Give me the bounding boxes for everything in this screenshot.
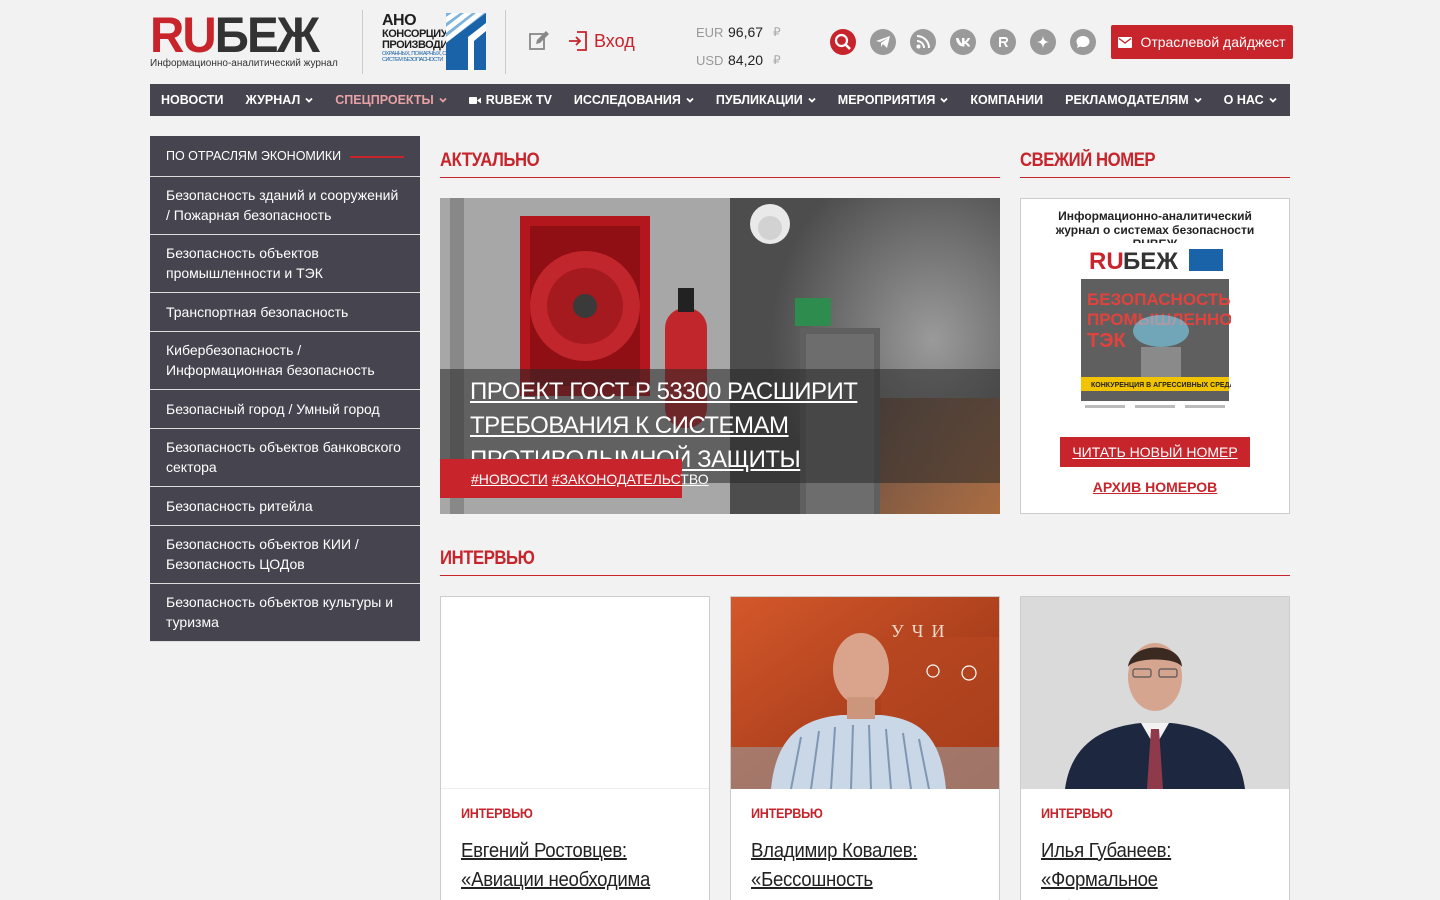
chevron-down-icon <box>808 97 816 103</box>
interview-category[interactable]: ИНТЕРВЬЮ <box>1041 805 1113 821</box>
ano-consortium-logo[interactable]: АНО КОНСОРЦИУМ ПРОИЗВОДИТЕЛИ ОХРАННЫХ, П… <box>382 13 486 70</box>
interview-category[interactable]: ИНТЕРВЬЮ <box>751 805 823 821</box>
chevron-down-icon <box>1194 97 1202 103</box>
issue-cover[interactable]: RU БЕЖ БЕЗОПАСНОСТЬ ПРОМЫШЛЕННОСТИ ТЭК К… <box>1081 243 1267 419</box>
svg-text:БЕЖ: БЕЖ <box>1123 248 1178 275</box>
svg-text:УЧИ: УЧИ <box>891 621 952 641</box>
rss-icon[interactable] <box>910 29 936 55</box>
rutube-icon[interactable] <box>990 29 1016 55</box>
sidebar-item-buildings[interactable]: Безопасность зданий и сооружений / Пожар… <box>150 177 420 235</box>
nav-item-research[interactable]: ИССЛЕДОВАНИЯ <box>574 93 694 107</box>
sidebar-item-transport[interactable]: Транспортная безопасность <box>150 293 420 332</box>
dzen-icon[interactable] <box>1030 29 1056 55</box>
featured-article[interactable]: ПРОЕКТ ГОСТ Р 53300 РАСШИРИТ ТРЕБОВАНИЯ … <box>440 198 1000 514</box>
interview-category[interactable]: ИНТЕРВЬЮ <box>461 805 533 821</box>
nav-item-rubezh-tv[interactable]: RUBEЖ TV <box>468 93 552 107</box>
featured-tags: #НОВОСТИ #ЗАКОНОДАТЕЛЬСТВО <box>440 459 709 498</box>
sidebar-item-banking[interactable]: Безопасность объектов банковского сектор… <box>150 429 420 487</box>
sidebar-item-culture[interactable]: Безопасность объектов культуры и туризма <box>150 584 420 642</box>
rate-eur: EUR 96,67 ₽ <box>696 24 781 40</box>
vk-icon[interactable] <box>950 29 976 55</box>
interview-card[interactable]: УЧИ ИНТЕРВЬЮ Владимир Ковалев: «Бессошно… <box>730 596 1000 900</box>
section-title-interview: ИНТЕРВЬЮ <box>440 548 535 569</box>
telegram-icon[interactable] <box>870 29 896 55</box>
chevron-down-icon <box>1268 97 1277 103</box>
divider <box>440 177 1000 178</box>
mail-icon <box>1118 36 1133 48</box>
cover-title-line1: БЕЗОПАСНОСТЬ <box>1087 290 1231 309</box>
chat-icon[interactable] <box>1070 29 1096 55</box>
digest-button[interactable]: Отраслевой дайджест <box>1111 25 1293 59</box>
chevron-down-icon <box>305 97 313 103</box>
interview-title[interactable]: Владимир Ковалев: «Бессошность измеряетс… <box>751 837 974 900</box>
nav-item-publications[interactable]: ПУБЛИКАЦИИ <box>716 93 816 107</box>
nav-item-specprojects[interactable]: СПЕЦПРОЕКТЫ <box>335 93 447 107</box>
interview-card[interactable]: ИНТЕРВЬЮ Илья Губанеев: «Формальное собл… <box>1020 596 1290 900</box>
search-icon[interactable] <box>830 29 856 55</box>
edit-icon[interactable] <box>528 30 550 52</box>
svg-text:RU: RU <box>1089 248 1124 275</box>
sidebar-item-smart-city[interactable]: Безопасный город / Умный город <box>150 390 420 429</box>
interview-title[interactable]: Илья Губанеев: «Формальное соблюдение <box>1041 837 1264 900</box>
read-new-issue-button[interactable]: ЧИТАТЬ НОВЫЙ НОМЕР <box>1060 437 1250 467</box>
login-icon <box>569 31 587 51</box>
site-logo[interactable]: RUБЕЖ Информационно-аналитический журнал <box>150 7 345 69</box>
divider <box>505 10 506 74</box>
sidebar-item-industry[interactable]: Безопасность объектов промышленности и Т… <box>150 235 420 293</box>
nav-item-news[interactable]: НОВОСТИ <box>161 93 224 107</box>
chevron-down-icon <box>940 97 948 103</box>
sidebar-item-kii[interactable]: Безопасность объектов КИИ / Безопасность… <box>150 526 420 584</box>
sidebar-heading: ПО ОТРАСЛЯМ ЭКОНОМИКИ <box>150 136 420 177</box>
sidebar-item-retail[interactable]: Безопасность ритейла <box>150 487 420 526</box>
chevron-down-icon <box>439 97 447 103</box>
industry-sidebar: ПО ОТРАСЛЯМ ЭКОНОМИКИ Безопасность здани… <box>150 136 420 642</box>
fresh-issue-box: Информационно-аналитический журнал о сис… <box>1020 198 1290 514</box>
rate-usd: USD 84,20 ₽ <box>696 52 781 68</box>
video-camera-icon <box>468 96 481 104</box>
section-title-actual: АКТУАЛЬНО <box>440 150 540 171</box>
ano-logo-mark <box>446 13 486 70</box>
login-link[interactable]: Вход <box>568 30 635 52</box>
nav-item-journal[interactable]: ЖУРНАЛ <box>246 93 314 107</box>
section-title-fresh-issue: СВЕЖИЙ НОМЕР <box>1020 150 1156 171</box>
interview-title[interactable]: Евгений Ростовцев: «Авиации необходима <box>461 837 684 895</box>
issue-cover-image: RU БЕЖ БЕЗОПАСНОСТЬ ПРОМЫШЛЕННОСТИ ТЭК К… <box>1081 243 1267 419</box>
issues-archive-link[interactable]: АРХИВ НОМЕРОВ <box>1021 479 1289 495</box>
chevron-down-icon <box>686 97 694 103</box>
interview-card[interactable]: ИНТЕРВЬЮ Евгений Ростовцев: «Авиации нео… <box>440 596 710 900</box>
main-nav: НОВОСТИ ЖУРНАЛ СПЕЦПРОЕКТЫ RUBEЖ TV ИССЛ… <box>150 84 1290 116</box>
tag-legislation[interactable]: #ЗАКОНОДАТЕЛЬСТВО <box>552 471 709 487</box>
nav-item-about[interactable]: О НАС <box>1224 93 1277 107</box>
cover-title-line3: ТЭК <box>1087 330 1126 352</box>
interview-photo <box>1021 597 1289 789</box>
digest-label: Отраслевой дайджест <box>1140 34 1286 50</box>
interview-photo: УЧИ <box>731 597 999 789</box>
divider <box>362 10 363 74</box>
tag-news[interactable]: #НОВОСТИ <box>471 471 548 487</box>
logo-wordmark: RUБЕЖ <box>150 7 320 63</box>
nav-item-advertisers[interactable]: РЕКЛАМОДАТЕЛЯМ <box>1065 93 1202 107</box>
interview-photo <box>441 597 709 789</box>
currency-rates: EUR 96,67 ₽ USD 84,20 ₽ <box>696 18 781 74</box>
nav-item-events[interactable]: МЕРОПРИЯТИЯ <box>838 93 949 107</box>
cover-banner-text: КОНКУРЕНЦИЯ В АГРЕССИВНЫХ СРЕДАХ <box>1091 382 1231 389</box>
login-label: Вход <box>594 30 635 51</box>
divider <box>1020 177 1290 178</box>
divider <box>440 575 1290 576</box>
sidebar-item-cyber[interactable]: Кибербезопасность / Информационная безоп… <box>150 332 420 390</box>
nav-item-companies[interactable]: КОМПАНИИ <box>970 93 1043 107</box>
social-links <box>830 29 1096 55</box>
